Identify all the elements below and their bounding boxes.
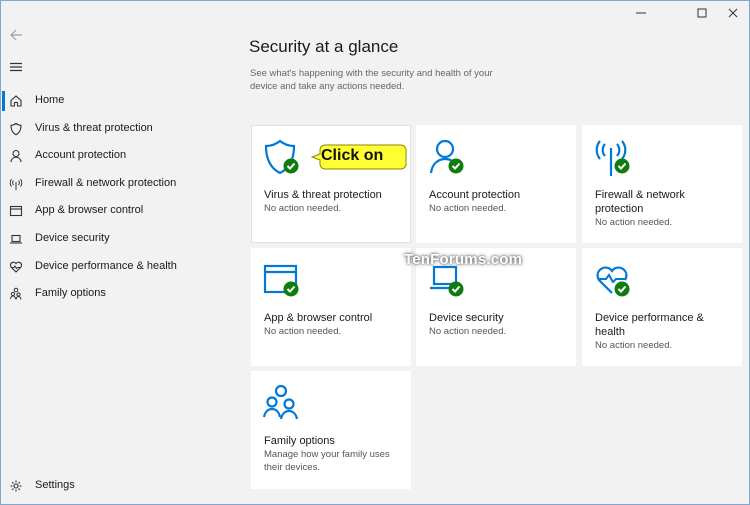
page-title: Security at a glance [249,37,399,56]
card-title: Account protection No action needed. [429,188,569,215]
heart-pulse-icon [9,261,23,273]
laptop-icon [10,234,22,244]
card-family[interactable]: Family options Manage how your family use… [251,371,411,489]
sidebar-item-settings[interactable]: Settings [1,474,223,498]
sidebar-item-device-security[interactable]: Device security [1,227,223,251]
antenna-icon [9,178,23,190]
card-status: No action needed. [595,340,673,351]
card-firewall[interactable]: Firewall & network protection No action n… [582,125,742,243]
home-icon [10,95,22,107]
family-icon [263,384,299,420]
windows-security-window: Home Virus & threat protection Account p… [0,0,750,505]
sidebar-item-label: Home [35,94,65,106]
shield-icon [10,122,22,136]
family-icon [10,287,22,300]
card-title: App & browser control No action needed. [264,311,404,338]
card-device-performance[interactable]: Device performance & health No action nee… [582,248,742,366]
card-account[interactable]: Account protection No action needed. [416,125,576,243]
card-status: No action needed. [429,203,507,214]
sidebar-item-app-browser[interactable]: App & browser control [1,199,223,223]
sidebar-item-label: Virus & threat protection [35,122,153,134]
sidebar-item-firewall[interactable]: Firewall & network protection [1,172,223,196]
sidebar-item-family[interactable]: Family options [1,282,223,306]
person-icon [10,149,22,163]
antenna-icon [595,140,630,176]
sidebar-item-label: Settings [35,479,75,491]
card-status: Manage how your family uses their device… [264,449,390,473]
shield-icon [264,139,299,175]
card-status: No action needed. [595,217,673,228]
sidebar-item-home[interactable]: Home [1,89,223,113]
sidebar-item-label: Account protection [35,149,127,161]
sidebar-item-virus-threat[interactable]: Virus & threat protection [1,117,223,141]
card-status: No action needed. [429,326,507,337]
sidebar: Home Virus & threat protection Account p… [1,1,223,504]
card-title: Firewall & network protection No action n… [595,188,735,229]
back-arrow-icon[interactable] [9,28,23,42]
active-indicator [2,91,5,111]
card-title: Device performance & health No action nee… [595,311,735,352]
sidebar-item-label: App & browser control [35,204,144,216]
card-status: No action needed. [264,203,342,214]
sidebar-item-label: Family options [35,287,106,299]
minimize-button[interactable] [633,5,649,21]
sidebar-item-label: Firewall & network protection [35,177,177,189]
sidebar-item-label: Device security [35,232,110,244]
close-button[interactable] [725,5,741,21]
gear-icon [10,480,22,492]
person-icon [429,139,464,174]
page-subtitle: See what's happening with the security a… [250,68,493,92]
browser-window-icon [9,205,23,217]
card-title: Device security No action needed. [429,311,569,338]
hamburger-menu-icon[interactable] [10,62,22,72]
card-title: Family options Manage how your family use… [264,434,404,474]
card-app-browser[interactable]: App & browser control No action needed. [251,248,411,366]
sidebar-item-label: Device performance & health [35,260,177,272]
heart-pulse-icon [596,266,630,297]
card-status: No action needed. [264,326,342,337]
sidebar-item-device-performance[interactable]: Device performance & health [1,255,223,279]
watermark: TenForums.com [404,251,523,268]
sidebar-item-account[interactable]: Account protection [1,144,223,168]
browser-window-icon [263,264,299,297]
card-title: Virus & threat protection No action neede… [264,188,404,215]
maximize-button[interactable] [694,5,710,21]
callout-text: Click on [321,147,384,164]
